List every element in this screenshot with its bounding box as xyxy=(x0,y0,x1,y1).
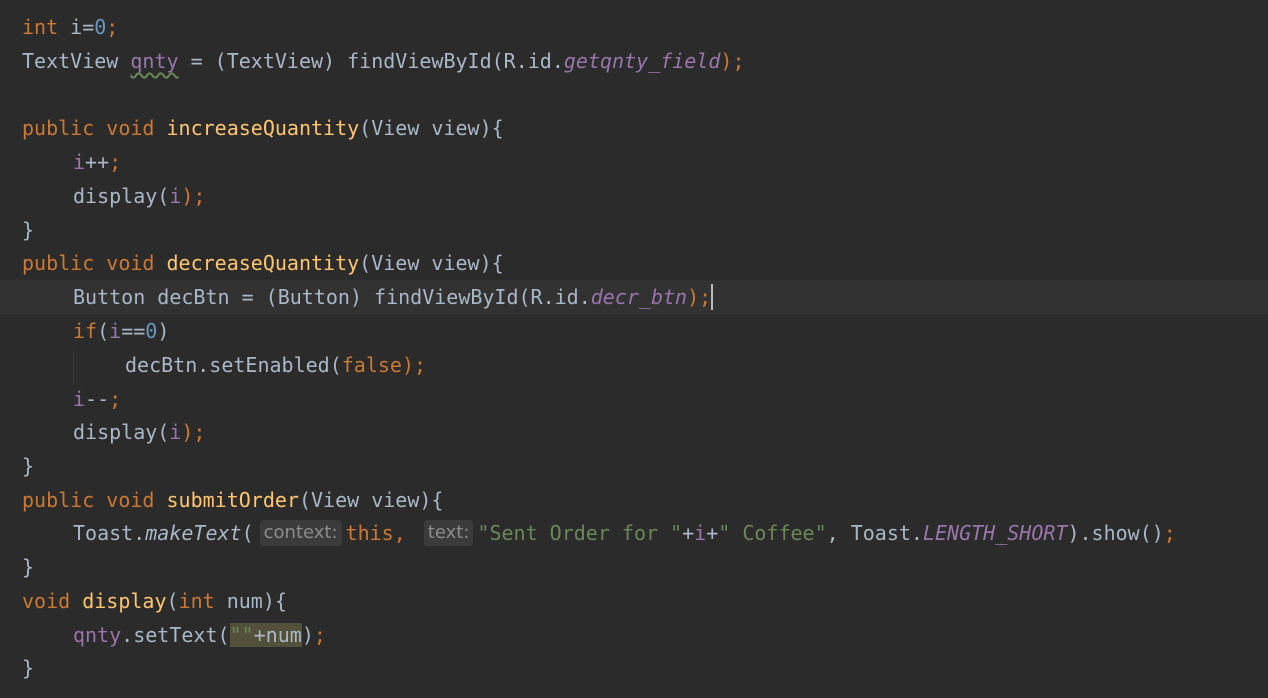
token-keyword: this xyxy=(345,521,394,545)
token-field: i xyxy=(169,420,182,444)
text-caret xyxy=(711,284,714,310)
token-keyword: int xyxy=(178,589,215,613)
code-line-10[interactable]: if(i==0) xyxy=(0,314,1268,348)
token-field: i xyxy=(109,319,122,343)
code-line-5[interactable]: i++; xyxy=(0,145,1268,179)
token-paren: ( xyxy=(241,521,254,545)
code-line-11[interactable]: decBtn.setEnabled(false); xyxy=(0,348,1268,382)
code-line-14[interactable]: } xyxy=(0,449,1268,483)
code-line-7[interactable]: } xyxy=(0,213,1268,247)
code-line-1[interactable]: int i=0; xyxy=(0,10,1268,44)
token-method-name: submitOrder xyxy=(166,488,299,512)
token-string-highlighted: "" xyxy=(229,623,254,647)
token-keyword: public void xyxy=(22,251,167,275)
code-editor[interactable]: int i=0; TextView qnty = (TextView) find… xyxy=(0,0,1268,698)
token-field: qnty xyxy=(73,623,122,647)
code-line-8[interactable]: public void decreaseQuantity(View view){ xyxy=(0,246,1268,280)
token-method-name: display xyxy=(82,589,167,613)
token-string: "Sent Order for " xyxy=(477,521,683,545)
token-string: " Coffee" xyxy=(718,521,827,545)
token-end: ); xyxy=(687,285,712,309)
token-text: .setText( xyxy=(121,623,230,647)
token-text: num){ xyxy=(214,589,287,613)
token-semicolon: ; xyxy=(1163,521,1176,545)
token-text: = (TextView) findViewById(R.id. xyxy=(178,49,564,73)
token-paren: ( xyxy=(97,319,110,343)
code-line-6[interactable]: display(i); xyxy=(0,179,1268,213)
token-call: display( xyxy=(73,420,170,444)
token-paren: ) xyxy=(157,319,170,343)
token-field: i xyxy=(169,184,182,208)
token-semicolon: ; xyxy=(109,387,122,411)
token-text: ++ xyxy=(85,150,110,174)
token-static-constant: LENGTH_SHORT xyxy=(922,521,1068,545)
token-keyword: int xyxy=(22,15,59,39)
token-brace: } xyxy=(22,656,35,680)
token-operator: + xyxy=(706,521,719,545)
token-keyword: void xyxy=(22,589,83,613)
param-hint-context: context: xyxy=(259,520,342,546)
token-semicolon: ; xyxy=(106,15,119,39)
token-keyword: public void xyxy=(22,488,167,512)
code-line-20[interactable]: } xyxy=(0,651,1268,685)
token-brace: } xyxy=(22,454,35,478)
token-keyword: false xyxy=(341,353,402,377)
token-static-method: makeText xyxy=(145,521,242,545)
token-paren: ( xyxy=(166,589,179,613)
token-field: i xyxy=(694,521,707,545)
token-number: 0 xyxy=(145,319,158,343)
token-semicolon: ; xyxy=(109,150,122,174)
token-text: -- xyxy=(85,387,110,411)
code-line-19[interactable]: qnty.setText(""+num); xyxy=(0,618,1268,652)
token-operator: == xyxy=(121,319,146,343)
token-method-name: increaseQuantity xyxy=(166,116,360,140)
token-comma: , xyxy=(393,521,418,545)
code-line-16[interactable]: Toast.makeText(context: this, text: "Sent … xyxy=(0,516,1268,550)
token-text: (View view){ xyxy=(298,488,444,512)
token-static-field: decr_btn xyxy=(590,285,688,309)
token-keyword: if xyxy=(73,319,98,343)
token-text: Toast. xyxy=(73,521,146,545)
code-line-15[interactable]: public void submitOrder(View view){ xyxy=(0,483,1268,517)
token-end: ); xyxy=(401,353,427,377)
token-end: ); xyxy=(181,184,206,208)
code-line-4[interactable]: public void increaseQuantity(View view){ xyxy=(0,111,1268,145)
token-field: i xyxy=(73,150,86,174)
token-operator: + xyxy=(682,521,695,545)
token-field: i xyxy=(73,387,86,411)
token-end: ); xyxy=(181,420,206,444)
code-line-9-current[interactable]: Button decBtn = (Button) findViewById(R.… xyxy=(0,280,1268,314)
token-end: ); xyxy=(720,49,745,73)
param-hint-text: text: xyxy=(423,520,474,546)
token-semicolon: ; xyxy=(313,623,326,647)
token-type: TextView xyxy=(22,49,131,73)
code-line-17[interactable]: } xyxy=(0,550,1268,584)
token-paren: ) xyxy=(301,623,314,647)
token-keyword: public void xyxy=(22,116,167,140)
token-text-highlighted: +num xyxy=(253,623,302,647)
code-line-13[interactable]: display(i); xyxy=(0,415,1268,449)
code-line-12[interactable]: i--; xyxy=(0,382,1268,416)
token-text: Button decBtn = (Button) findViewById(R.… xyxy=(73,285,591,309)
token-number: 0 xyxy=(94,15,107,39)
token-static-field: getqnty_field xyxy=(563,49,721,73)
token-brace: } xyxy=(22,218,35,242)
token-text: , Toast. xyxy=(826,521,923,545)
code-line-18[interactable]: void display(int num){ xyxy=(0,584,1268,618)
token-field-warning[interactable]: qnty xyxy=(130,49,178,73)
token-text: (View view){ xyxy=(359,116,504,140)
token-call: display( xyxy=(73,184,170,208)
token-brace: } xyxy=(22,555,35,579)
token-text: ).show() xyxy=(1067,521,1164,545)
token-text: (View view){ xyxy=(359,251,504,275)
code-line-2[interactable]: TextView qnty = (TextView) findViewById(… xyxy=(0,44,1268,78)
token-method-name: decreaseQuantity xyxy=(166,251,360,275)
token-text: i= xyxy=(58,15,95,39)
token-text: decBtn.setEnabled( xyxy=(125,353,342,377)
